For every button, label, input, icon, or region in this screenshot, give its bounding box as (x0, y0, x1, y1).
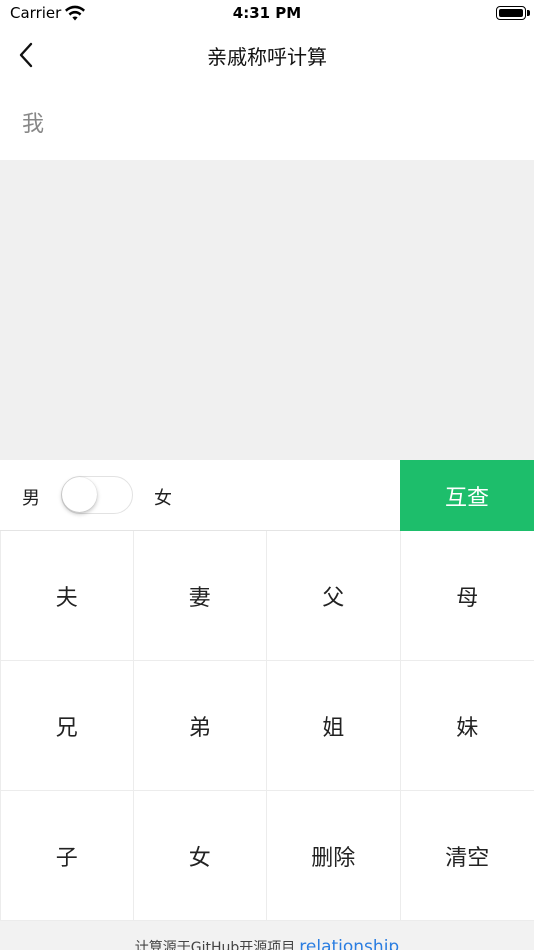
relationship-link[interactable]: relationship (299, 937, 399, 950)
status-bar: Carrier 4:31 PM (0, 0, 534, 28)
key-elder-brother[interactable]: 兄 (0, 661, 134, 791)
key-father[interactable]: 父 (267, 531, 401, 661)
key-daughter[interactable]: 女 (133, 791, 267, 921)
key-husband[interactable]: 夫 (0, 531, 134, 661)
mutual-query-button[interactable]: 互查 (400, 460, 534, 531)
key-younger-sister[interactable]: 妹 (400, 661, 534, 791)
gender-toggle[interactable] (61, 476, 133, 514)
toggle-knob (62, 477, 97, 512)
navigation-bar: 亲戚称呼计算 (0, 28, 534, 82)
footer: 计算源于GitHub开源项目 relationship (0, 921, 534, 950)
clear-button[interactable]: 清空 (400, 791, 534, 921)
key-mother[interactable]: 母 (400, 531, 534, 661)
gender-female-label: 女 (154, 488, 172, 509)
battery-icon (496, 6, 530, 20)
gender-row: 男 女 互查 (0, 460, 534, 531)
result-area (0, 160, 534, 460)
key-younger-brother[interactable]: 弟 (133, 661, 267, 791)
delete-button[interactable]: 删除 (267, 791, 401, 921)
query-input[interactable]: 我 (0, 82, 534, 160)
footer-text: 计算源于GitHub开源项目 (134, 940, 296, 950)
gender-male-label: 男 (22, 488, 40, 509)
query-text: 我 (22, 112, 45, 137)
key-son[interactable]: 子 (0, 791, 134, 921)
key-wife[interactable]: 妻 (133, 531, 267, 661)
status-time: 4:31 PM (232, 4, 302, 22)
page-title: 亲戚称呼计算 (207, 45, 327, 69)
relation-keypad: 夫 妻 父 母 兄 弟 姐 妹 子 女 删除 清空 (0, 531, 534, 921)
app-screen: Carrier 4:31 PM 亲戚称呼计算 我 男 女 互查 夫 妻 父 母 … (0, 0, 534, 950)
key-elder-sister[interactable]: 姐 (267, 661, 401, 791)
footer-content: 计算源于GitHub开源项目 relationship (0, 937, 534, 950)
